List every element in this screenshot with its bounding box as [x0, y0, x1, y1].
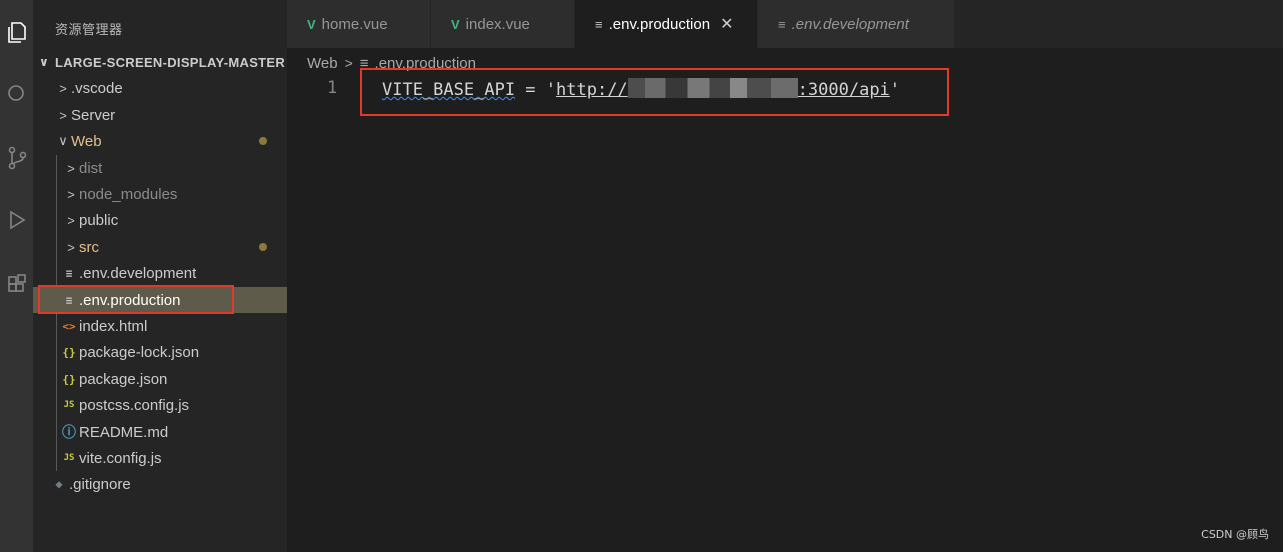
tree-item-label: src — [79, 238, 99, 256]
line-number: 1 — [327, 78, 338, 98]
explorer-icon[interactable] — [0, 12, 33, 52]
js-file-icon: JS — [63, 453, 75, 463]
file-lines-icon: ≡ — [595, 16, 603, 32]
tree-item-src[interactable]: > src — [33, 234, 287, 260]
highlight-box-code — [360, 68, 949, 116]
extensions-icon[interactable] — [0, 264, 33, 304]
chevron-right-icon: > — [67, 239, 75, 255]
root-folder[interactable]: ∨ LARGE-SCREEN-DISPLAY-MASTER — [33, 51, 287, 73]
tab-label: .env.development — [791, 15, 909, 33]
chevron-right-icon: > — [59, 80, 67, 96]
tree-item-dist[interactable]: > dist — [33, 155, 287, 181]
editor-tabs: V home.vue V index.vue ≡ .env.production… — [287, 0, 1283, 48]
chevron-down-icon: ∨ — [38, 55, 50, 69]
tab-env-development[interactable]: ≡ .env.development — [758, 0, 955, 48]
tree-item-label: .vscode — [71, 79, 123, 97]
watermark: CSDN @顾鸟 — [1201, 528, 1269, 541]
tab-label: index.vue — [465, 15, 530, 33]
tree-item-node-modules[interactable]: > node_modules — [33, 181, 287, 207]
chevron-right-icon: > — [59, 107, 67, 123]
code-editor[interactable]: 1 VITE_BASE_API = 'http://:3000/api' — [287, 74, 1283, 552]
tree-item-vscode[interactable]: > .vscode — [33, 75, 287, 101]
tree-item-vite-config[interactable]: JS vite.config.js — [33, 445, 287, 471]
json-file-icon: {} — [62, 345, 76, 359]
tree-item-gitignore[interactable]: ◆ .gitignore — [33, 471, 287, 497]
tab-home-vue[interactable]: V home.vue — [287, 0, 431, 48]
search-icon[interactable] — [0, 74, 33, 114]
vue-icon: V — [307, 16, 316, 32]
chevron-right-icon: > — [67, 186, 75, 202]
tree-item-label: package-lock.json — [79, 343, 200, 361]
tree-item-label: postcss.config.js — [79, 396, 190, 414]
tree-item-label: vite.config.js — [79, 449, 162, 467]
tree-item-postcss-config[interactable]: JS postcss.config.js — [33, 392, 287, 418]
tree-item-label: Web — [71, 132, 102, 150]
file-lines-icon: ≡ — [65, 266, 73, 280]
tree-item-public[interactable]: > public — [33, 207, 287, 233]
modified-dot — [259, 243, 267, 251]
tree-item-label: index.html — [79, 317, 148, 335]
chevron-right-icon: > — [67, 160, 75, 176]
tree-item-label: .gitignore — [69, 475, 131, 493]
tree-item-label: .env.development — [79, 264, 197, 282]
chevron-right-icon: > — [67, 212, 75, 228]
close-icon[interactable]: ✕ — [720, 14, 733, 34]
tree-item-package-lock-json[interactable]: {} package-lock.json — [33, 339, 287, 365]
js-file-icon: JS — [63, 400, 75, 410]
breadcrumb-folder[interactable]: Web — [307, 55, 338, 72]
explorer-sidebar: 资源管理器 ∨ LARGE-SCREEN-DISPLAY-MASTER > .v… — [33, 0, 287, 552]
activity-bar — [0, 0, 33, 552]
git-file-icon: ◆ — [55, 477, 63, 491]
highlight-box-sidebar — [38, 285, 234, 314]
tree-item-env-development[interactable]: ≡ .env.development — [33, 260, 287, 286]
tree-item-server[interactable]: > Server — [33, 102, 287, 128]
explorer-title: 资源管理器 — [55, 23, 123, 38]
tree-item-label: dist — [79, 159, 103, 177]
chevron-right-icon: > — [344, 55, 353, 71]
modified-dot — [259, 137, 267, 145]
tree-item-label: README.md — [79, 423, 169, 441]
info-file-icon: ⓘ — [62, 425, 76, 441]
tab-env-production[interactable]: ≡ .env.production ✕ — [575, 0, 758, 48]
source-control-icon[interactable] — [0, 138, 33, 178]
json-file-icon: {} — [62, 372, 76, 386]
run-debug-icon[interactable] — [0, 200, 33, 240]
tree-item-web[interactable]: ∨ Web — [33, 128, 287, 154]
tab-label: .env.production — [608, 15, 711, 33]
tree-item-package-json[interactable]: {} package.json — [33, 366, 287, 392]
root-folder-label: LARGE-SCREEN-DISPLAY-MASTER — [55, 54, 286, 70]
tab-label: home.vue — [321, 15, 388, 33]
tree-item-index-html[interactable]: <> index.html — [33, 313, 287, 339]
tree-item-label: Server — [71, 106, 116, 124]
html-file-icon: <> — [62, 319, 76, 333]
vue-icon: V — [451, 16, 460, 32]
tab-index-vue[interactable]: V index.vue — [431, 0, 575, 48]
tree-item-label: public — [79, 211, 119, 229]
chevron-down-icon: ∨ — [58, 133, 68, 148]
tree-item-label: package.json — [79, 370, 168, 388]
tree-item-label: node_modules — [79, 185, 178, 203]
file-lines-icon: ≡ — [778, 16, 786, 32]
tree-item-readme[interactable]: ⓘ README.md — [33, 419, 287, 445]
